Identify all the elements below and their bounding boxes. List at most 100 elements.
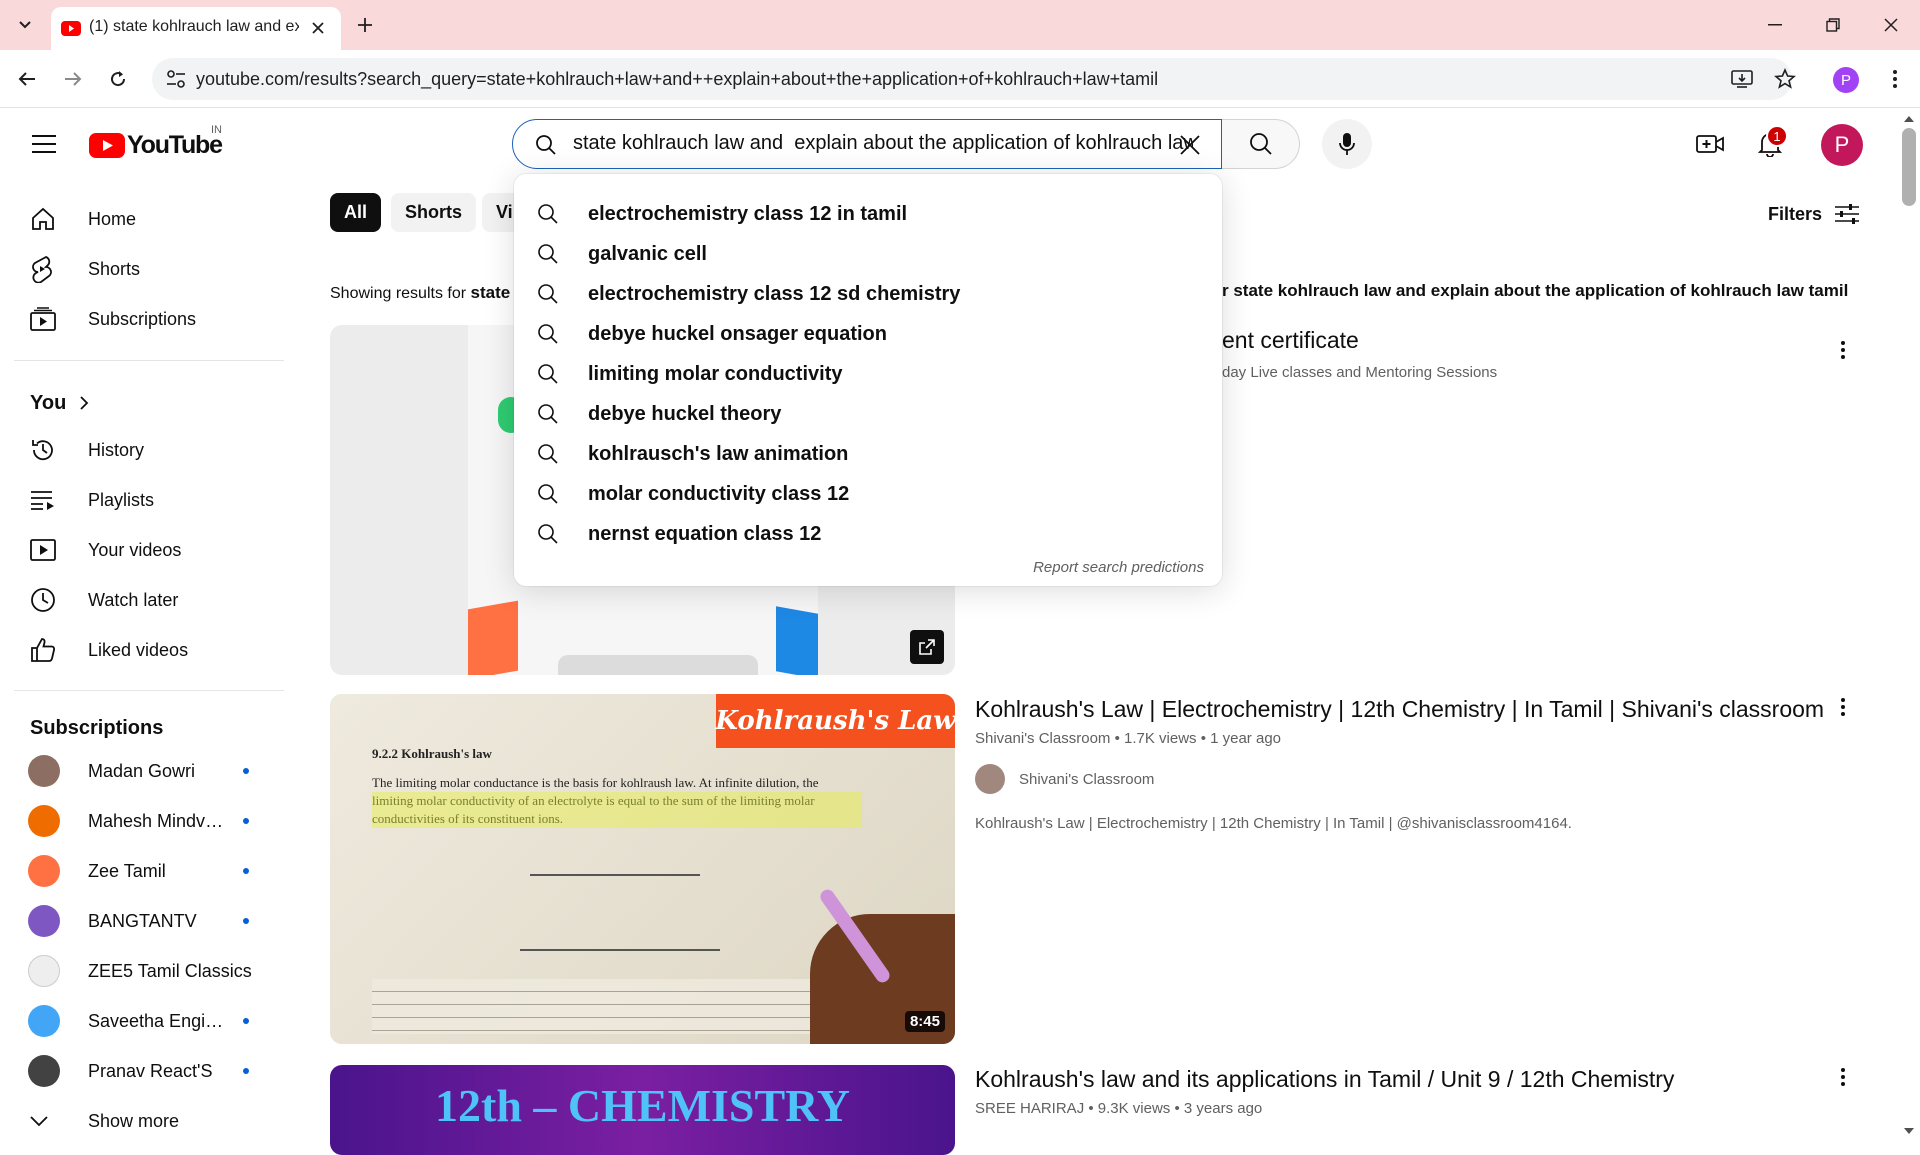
sidebar-item-your-videos[interactable]: Your videos (14, 527, 284, 573)
suggestion-item[interactable]: electrochemistry class 12 sd chemistry (514, 274, 1222, 314)
account-avatar[interactable]: P (1821, 124, 1863, 166)
new-content-dot (243, 868, 249, 874)
suggestion-item[interactable]: electrochemistry class 12 in tamil (514, 194, 1222, 234)
scroll-up-icon[interactable] (1904, 116, 1914, 122)
subscription-item[interactable]: Pranav React'S (14, 1048, 284, 1094)
back-button[interactable] (12, 64, 42, 94)
youtube-favicon-icon (61, 21, 81, 36)
subscription-item[interactable]: BANGTANTV (14, 898, 284, 944)
profile-avatar: P (1833, 67, 1859, 93)
search-icon (538, 524, 558, 544)
search-input[interactable] (573, 132, 1193, 155)
suggestion-item[interactable]: debye huckel theory (514, 394, 1222, 434)
suggestion-text: nernst equation class 12 (588, 522, 822, 545)
youtube-logo[interactable]: YouTube IN (89, 124, 229, 160)
thumbnail-banner: Kohlraush's Law (715, 694, 955, 748)
browser-tab[interactable]: (1) state kohlrauch law and expl (51, 7, 341, 50)
reload-button[interactable] (103, 64, 133, 94)
tab-search-button[interactable] (12, 12, 38, 38)
result-thumbnail[interactable]: 12th – CHEMISTRY (330, 1065, 955, 1155)
restore-button[interactable] (1818, 10, 1848, 40)
filters-button[interactable]: Filters (1768, 198, 1860, 230)
close-icon (1884, 18, 1898, 32)
subscription-item[interactable]: Saveetha Engine... (14, 998, 284, 1044)
suggestion-text: debye huckel theory (588, 402, 782, 425)
sidebar-item-playlists[interactable]: Playlists (14, 477, 284, 523)
search-icon (538, 204, 558, 224)
thumbnail-banner-text: Kohlraush's Law (715, 706, 955, 736)
minimize-button[interactable] (1760, 10, 1790, 40)
report-search-predictions-link[interactable]: Report search predictions (1033, 559, 1204, 576)
sidebar-item-label: Subscriptions (88, 308, 197, 329)
new-content-dot (243, 1068, 249, 1074)
suggestion-item[interactable]: kohlrausch's law animation (514, 434, 1222, 474)
result-title[interactable]: ent certificate (1222, 327, 1359, 354)
search-box[interactable] (512, 119, 1222, 169)
scroll-down-icon[interactable] (1904, 1128, 1914, 1134)
result-menu-button[interactable] (1833, 335, 1853, 365)
channel-name: Madan Gowri (88, 760, 196, 781)
clear-search-button[interactable] (1173, 128, 1207, 162)
sidebar-item-watch-later[interactable]: Watch later (14, 577, 284, 623)
scrollbar-thumb[interactable] (1902, 128, 1916, 206)
chip-all[interactable]: All (330, 193, 382, 232)
channel-avatar (975, 764, 1005, 794)
region-code: IN (211, 124, 222, 136)
subscriptions-icon (30, 307, 56, 331)
sidebar-item-history[interactable]: History (14, 427, 284, 473)
close-icon (1180, 135, 1200, 155)
sidebar-divider (14, 360, 284, 361)
result-menu-button[interactable] (1833, 692, 1853, 722)
forward-button[interactable] (58, 64, 88, 94)
sidebar-item-label: Shorts (88, 258, 141, 279)
star-icon[interactable] (1774, 68, 1796, 90)
suggestion-text: limiting molar conductivity (588, 362, 843, 385)
video-duration: 8:45 (904, 1011, 945, 1032)
close-window-button[interactable] (1876, 10, 1906, 40)
search-instead-for[interactable]: r state kohlrauch law and explain about … (1222, 281, 1848, 301)
channel-avatar (28, 905, 60, 937)
address-bar[interactable]: youtube.com/results?search_query=state+k… (152, 58, 1796, 100)
site-info-icon[interactable] (166, 70, 186, 88)
sidebar-item-liked-videos[interactable]: Liked videos (14, 627, 284, 673)
open-link-button[interactable] (910, 630, 944, 664)
browser-menu-button[interactable] (1880, 64, 1910, 94)
chevron-down-icon (19, 21, 31, 29)
result-channel[interactable]: Shivani's Classroom (975, 764, 1154, 794)
search-button[interactable] (1222, 119, 1300, 169)
subscription-item[interactable]: ZEE5 Tamil Classics (14, 948, 284, 994)
result-menu-button[interactable] (1833, 1062, 1853, 1092)
voice-search-button[interactable] (1322, 119, 1372, 169)
result-thumbnail[interactable]: Kohlraush's Law 9.2.2 Kohlraush's law Th… (330, 694, 955, 1044)
subscription-item[interactable]: Madan Gowri (14, 748, 284, 794)
filters-label: Filters (1768, 203, 1823, 224)
result-title[interactable]: Kohlraush's Law | Electrochemistry | 12t… (975, 696, 1824, 723)
page-scrollbar[interactable] (1898, 108, 1920, 1140)
suggestion-item[interactable]: molar conductivity class 12 (514, 474, 1222, 514)
new-content-dot (243, 818, 249, 824)
suggestion-item[interactable]: limiting molar conductivity (514, 354, 1222, 394)
sidebar-item-label: Playlists (88, 489, 155, 510)
sidebar-item-home[interactable]: Home (14, 196, 284, 242)
sidebar-item-subscriptions[interactable]: Subscriptions (14, 296, 284, 342)
history-icon (32, 440, 53, 461)
you-section-header[interactable]: You (30, 388, 89, 418)
install-app-icon[interactable] (1731, 69, 1753, 89)
thumbnail-banner-text: 12th – CHEMISTRY (435, 1080, 850, 1131)
profile-button[interactable]: P (1832, 66, 1860, 94)
suggestion-item[interactable]: galvanic cell (514, 234, 1222, 274)
result-title[interactable]: Kohlraush's law and its applications in … (975, 1066, 1674, 1093)
suggestion-item[interactable]: nernst equation class 12 (514, 514, 1222, 554)
new-tab-button[interactable] (352, 12, 378, 38)
channel-name: Shivani's Classroom (1019, 770, 1155, 788)
create-button[interactable] (1690, 124, 1730, 164)
subscription-item[interactable]: Mahesh Mindvoi... (14, 798, 284, 844)
subscription-item[interactable]: Zee Tamil (14, 848, 284, 894)
arrow-left-icon (18, 72, 35, 86)
sidebar-item-shorts[interactable]: Shorts (14, 246, 284, 292)
tab-close-button[interactable] (306, 16, 330, 40)
guide-menu-button[interactable] (24, 124, 64, 164)
show-more-button[interactable]: Show more (14, 1098, 284, 1144)
suggestion-item[interactable]: debye huckel onsager equation (514, 314, 1222, 354)
chip-shorts[interactable]: Shorts (391, 193, 477, 232)
